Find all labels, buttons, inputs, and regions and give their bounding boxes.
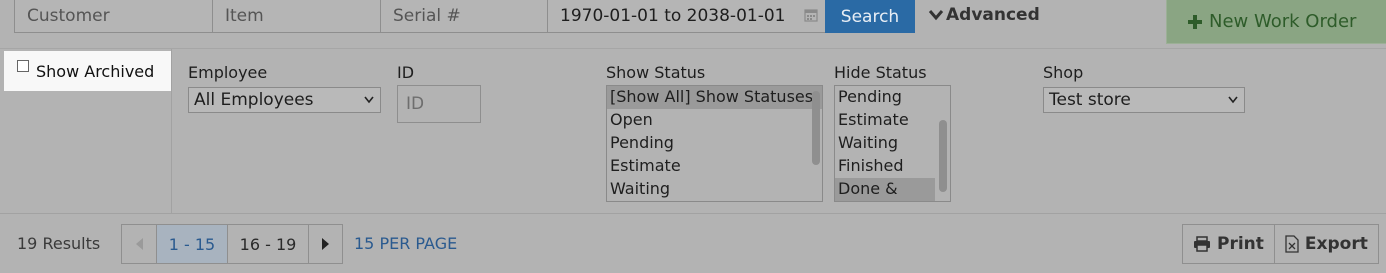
show-status-label: Show Status bbox=[606, 63, 706, 82]
show-status-listbox[interactable]: [Show All] Show Statuses Open Pending Es… bbox=[606, 85, 823, 202]
prev-page-button[interactable] bbox=[122, 225, 157, 263]
customer-input[interactable]: Customer bbox=[14, 0, 214, 33]
list-item[interactable]: Finished bbox=[835, 155, 950, 178]
scrollbar[interactable] bbox=[812, 91, 820, 165]
chevron-down-icon bbox=[928, 10, 944, 21]
list-item[interactable]: [Show All] Show Statuses bbox=[607, 86, 822, 109]
serial-input[interactable]: Serial # bbox=[380, 0, 548, 33]
shop-label: Shop bbox=[1043, 63, 1084, 82]
show-archived-checkbox[interactable] bbox=[17, 60, 29, 72]
new-work-order-label: New Work Order bbox=[1209, 11, 1357, 32]
employee-select[interactable]: All Employees bbox=[188, 87, 381, 113]
hide-status-label: Hide Status bbox=[834, 63, 927, 82]
date-range-input[interactable]: 1970-01-01 to 2038-01-01 bbox=[547, 0, 826, 33]
date-range-value: 1970-01-01 to 2038-01-01 bbox=[560, 6, 786, 26]
search-bar: Customer Item Serial # 1970-01-01 to 203… bbox=[0, 0, 1386, 46]
new-work-order-button[interactable]: New Work Order bbox=[1166, 0, 1386, 44]
export-label: Export bbox=[1304, 234, 1368, 254]
employee-selected: All Employees bbox=[194, 90, 314, 110]
show-archived-toggle[interactable]: Show Archived bbox=[4, 51, 171, 91]
list-item[interactable]: Estimate bbox=[835, 109, 950, 132]
chevron-down-icon bbox=[1228, 96, 1238, 104]
results-count: 19 Results bbox=[17, 234, 101, 253]
calendar-icon[interactable] bbox=[804, 8, 818, 22]
list-item[interactable]: Pending bbox=[607, 132, 822, 155]
chevron-left-icon bbox=[136, 238, 143, 250]
show-archived-label: Show Archived bbox=[36, 61, 155, 81]
next-page-button[interactable] bbox=[309, 225, 342, 263]
list-item[interactable]: Waiting bbox=[607, 178, 822, 201]
divider bbox=[0, 48, 1386, 49]
spreadsheet-icon bbox=[1285, 235, 1299, 253]
divider bbox=[0, 213, 1386, 214]
page-button-1[interactable]: 1 - 15 bbox=[157, 225, 228, 263]
id-input[interactable]: ID bbox=[397, 85, 481, 123]
search-button[interactable]: Search bbox=[825, 0, 915, 33]
pagination: 1 - 15 16 - 19 bbox=[121, 224, 343, 264]
employee-label: Employee bbox=[188, 63, 268, 82]
list-item[interactable]: Done & Paid bbox=[835, 178, 935, 201]
print-button[interactable]: Print bbox=[1183, 225, 1275, 263]
plus-icon bbox=[1188, 14, 1202, 29]
shop-select[interactable]: Test store bbox=[1043, 87, 1245, 113]
list-item[interactable]: Open bbox=[607, 109, 822, 132]
print-label: Print bbox=[1217, 234, 1264, 254]
chevron-right-icon bbox=[321, 238, 329, 250]
export-button[interactable]: Export bbox=[1275, 225, 1378, 263]
item-input[interactable]: Item bbox=[212, 0, 381, 33]
shop-selected: Test store bbox=[1049, 90, 1131, 110]
hide-status-listbox[interactable]: Pending Estimate Waiting Finished Done &… bbox=[834, 85, 951, 202]
printer-icon bbox=[1194, 236, 1210, 252]
advanced-label: Advanced bbox=[946, 5, 1040, 25]
action-buttons: Print Export bbox=[1182, 224, 1379, 264]
page-button-2[interactable]: 16 - 19 bbox=[228, 225, 309, 263]
scrollbar[interactable] bbox=[939, 120, 947, 192]
id-label: ID bbox=[397, 63, 415, 82]
list-item[interactable]: Waiting bbox=[835, 132, 950, 155]
per-page-selector[interactable]: 15 PER PAGE bbox=[354, 234, 457, 253]
list-item[interactable]: Pending bbox=[835, 86, 950, 109]
list-item[interactable]: Estimate bbox=[607, 155, 822, 178]
advanced-toggle[interactable]: Advanced bbox=[928, 5, 1040, 25]
chevron-down-icon bbox=[364, 96, 374, 104]
